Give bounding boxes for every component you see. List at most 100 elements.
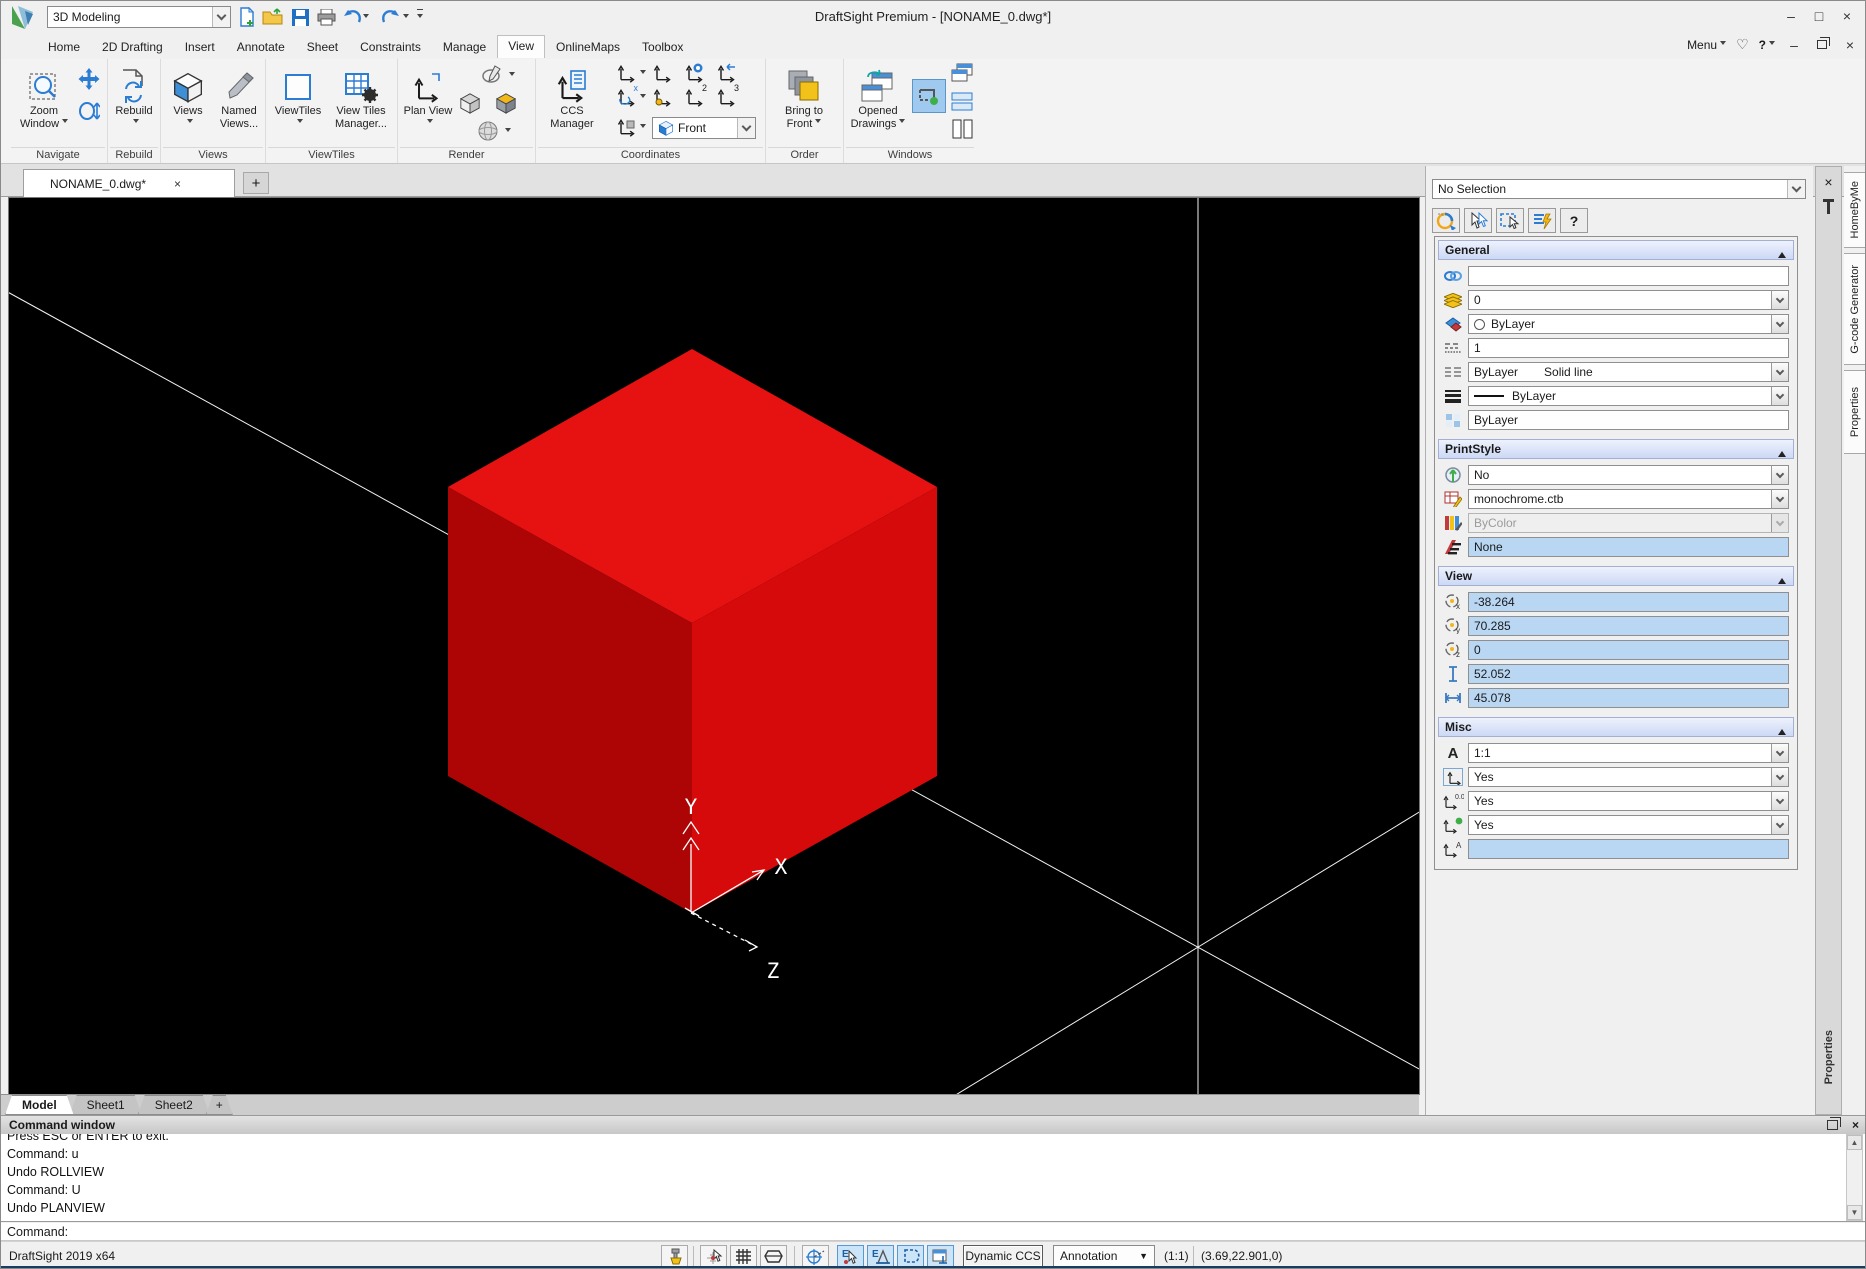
view-tiles-manager-button[interactable]: View Tiles Manager... <box>328 61 394 131</box>
view-center-y-field[interactable]: 70.285 <box>1468 616 1789 636</box>
command-scrollbar[interactable]: ▲ ▼ <box>1846 1134 1863 1221</box>
command-log[interactable]: Press ESC or ENTER to exit. Command: u U… <box>1 1134 1865 1222</box>
chevron-down-icon[interactable] <box>1771 466 1788 484</box>
minimize-button[interactable]: – <box>1777 5 1805 27</box>
command-window-header[interactable]: Command window × <box>1 1115 1865 1134</box>
named-views-button[interactable]: Named Views... <box>213 61 265 131</box>
close-icon[interactable]: × <box>1852 1118 1859 1132</box>
selection-select[interactable]: No Selection <box>1432 179 1806 199</box>
etrack-toggle[interactable]: E <box>867 1245 894 1267</box>
tab-toolbox[interactable]: Toolbox <box>631 36 694 58</box>
select-cursor-button[interactable] <box>1464 208 1492 233</box>
ccs-follow-select[interactable]: Yes <box>1468 767 1789 787</box>
pan-button[interactable] <box>77 67 101 91</box>
scroll-up-icon[interactable]: ▲ <box>1847 1135 1862 1150</box>
ccs-manager-button[interactable]: CCS Manager <box>544 61 600 131</box>
menu-button[interactable]: Menu <box>1687 38 1726 52</box>
chevron-down-icon[interactable] <box>1771 792 1788 810</box>
maximize-button[interactable]: □ <box>1805 5 1833 27</box>
ccs-at-origin-select[interactable]: Yes <box>1468 815 1789 835</box>
tab-manage[interactable]: Manage <box>432 36 497 58</box>
lineweight-select[interactable]: ByLayer <box>1468 386 1789 406</box>
tile-horizontal-button[interactable] <box>950 89 974 113</box>
transparency-field[interactable]: ByLayer <box>1468 410 1789 430</box>
opened-drawings-button[interactable]: Opened Drawings <box>848 61 908 131</box>
tab-2d-drafting[interactable]: 2D Drafting <box>91 36 174 58</box>
ccs-named-arrow[interactable] <box>636 61 646 85</box>
chevron-down-icon[interactable] <box>1771 291 1788 309</box>
new-document-button[interactable]: + <box>243 172 269 194</box>
view-width-field[interactable]: 45.078 <box>1468 688 1789 708</box>
chevron-down-icon[interactable] <box>1771 315 1788 333</box>
section-header-general[interactable]: General <box>1438 240 1794 260</box>
entity-frame-toggle[interactable] <box>897 1245 924 1267</box>
close-icon[interactable]: × <box>174 177 181 191</box>
zoom-window-button[interactable]: Zoom Window <box>13 61 75 131</box>
active-window-button[interactable] <box>912 79 946 113</box>
float-panel-icon[interactable] <box>1827 1120 1838 1130</box>
printstyle-assigned-field[interactable]: None <box>1468 537 1789 557</box>
shaded-view-button[interactable] <box>494 91 518 115</box>
tile-vertical-button[interactable] <box>950 117 974 141</box>
annotation-scale-dropdown[interactable]: Annotation▼ <box>1053 1245 1155 1267</box>
ccs-rotate-x-button[interactable]: x <box>614 85 638 109</box>
ccs-3point-button[interactable]: 3 <box>714 85 738 109</box>
doc-restore-button[interactable] <box>1813 37 1831 53</box>
chevron-down-icon[interactable] <box>1771 387 1788 405</box>
quick-select-button[interactable] <box>1528 208 1556 233</box>
grid-toggle[interactable] <box>730 1245 757 1267</box>
side-tab-homebyme[interactable]: HomeByMe <box>1844 172 1866 248</box>
ccs-entity-button[interactable] <box>614 115 638 139</box>
ccs-entity-arrow[interactable] <box>636 115 646 139</box>
ccs-rotate-arrow[interactable] <box>636 85 646 109</box>
dynamic-ccs-toggle-icon-button[interactable] <box>927 1245 954 1267</box>
ccs-origin-visible-select[interactable]: Yes <box>1468 791 1789 811</box>
chevron-down-icon[interactable] <box>1771 363 1788 381</box>
snap-toggle[interactable] <box>700 1245 727 1267</box>
printstyle-mode-select[interactable]: No <box>1468 465 1789 485</box>
render-sketch-arrow[interactable] <box>504 63 516 87</box>
sheet-tab-sheet2[interactable]: Sheet2 <box>138 1095 210 1115</box>
printstyle-table-select[interactable]: monochrome.ctb <box>1468 489 1789 509</box>
chevron-down-icon[interactable] <box>737 118 755 138</box>
ccs-view-button[interactable] <box>682 61 706 85</box>
tab-annotate[interactable]: Annotate <box>226 36 296 58</box>
side-tab-gcode-generator[interactable]: G-code Generator <box>1844 253 1866 365</box>
bring-to-front-button[interactable]: Bring to Front <box>774 61 834 131</box>
tab-onlinemaps[interactable]: OnlineMaps <box>545 36 631 58</box>
tab-sheet[interactable]: Sheet <box>296 36 349 58</box>
ccs-previous-button[interactable] <box>714 61 738 85</box>
panel-close-button[interactable]: × <box>1816 171 1841 193</box>
doc-close-button[interactable]: × <box>1841 37 1859 53</box>
viewtiles-button[interactable]: ViewTiles <box>270 61 326 131</box>
side-tab-properties[interactable]: Properties <box>1844 370 1866 454</box>
hidden-line-view-button[interactable] <box>458 91 482 115</box>
panel-pin-button[interactable] <box>1816 197 1841 219</box>
views-button[interactable]: Views <box>165 61 211 131</box>
dynamic-ccs-button[interactable]: Dynamic CCS <box>963 1245 1043 1267</box>
ortho-toggle[interactable] <box>760 1245 787 1267</box>
tab-constraints[interactable]: Constraints <box>349 36 432 58</box>
ccs-name-field[interactable] <box>1468 839 1789 859</box>
line-color-select[interactable]: ByLayer <box>1468 314 1789 334</box>
linetype-scale-field[interactable]: 1 <box>1468 338 1789 358</box>
chevron-down-icon[interactable] <box>1771 490 1788 508</box>
chevron-down-icon[interactable] <box>1771 768 1788 786</box>
ccs-named-button[interactable] <box>614 61 638 85</box>
chevron-down-icon[interactable] <box>1771 744 1788 762</box>
command-input[interactable]: Command: <box>1 1223 1865 1241</box>
chevron-down-icon[interactable] <box>1771 816 1788 834</box>
document-tab[interactable]: NONAME_0.dwg* × <box>23 169 235 197</box>
tab-insert[interactable]: Insert <box>174 36 226 58</box>
esnap-toggle[interactable]: E <box>837 1245 864 1267</box>
add-sheet-button[interactable]: + <box>206 1095 233 1115</box>
zoom-dynamic-button[interactable] <box>77 99 101 123</box>
view-direction-select[interactable]: Front <box>652 117 756 139</box>
section-header-printstyle[interactable]: PrintStyle <box>1438 439 1794 459</box>
section-header-misc[interactable]: Misc <box>1438 717 1794 737</box>
sphere-render-arrow[interactable] <box>500 119 512 143</box>
chevron-down-icon[interactable] <box>1787 180 1805 198</box>
sheet-tab-sheet1[interactable]: Sheet1 <box>70 1095 142 1115</box>
scroll-down-icon[interactable]: ▼ <box>1847 1205 1862 1220</box>
view-center-x-field[interactable]: -38.264 <box>1468 592 1789 612</box>
